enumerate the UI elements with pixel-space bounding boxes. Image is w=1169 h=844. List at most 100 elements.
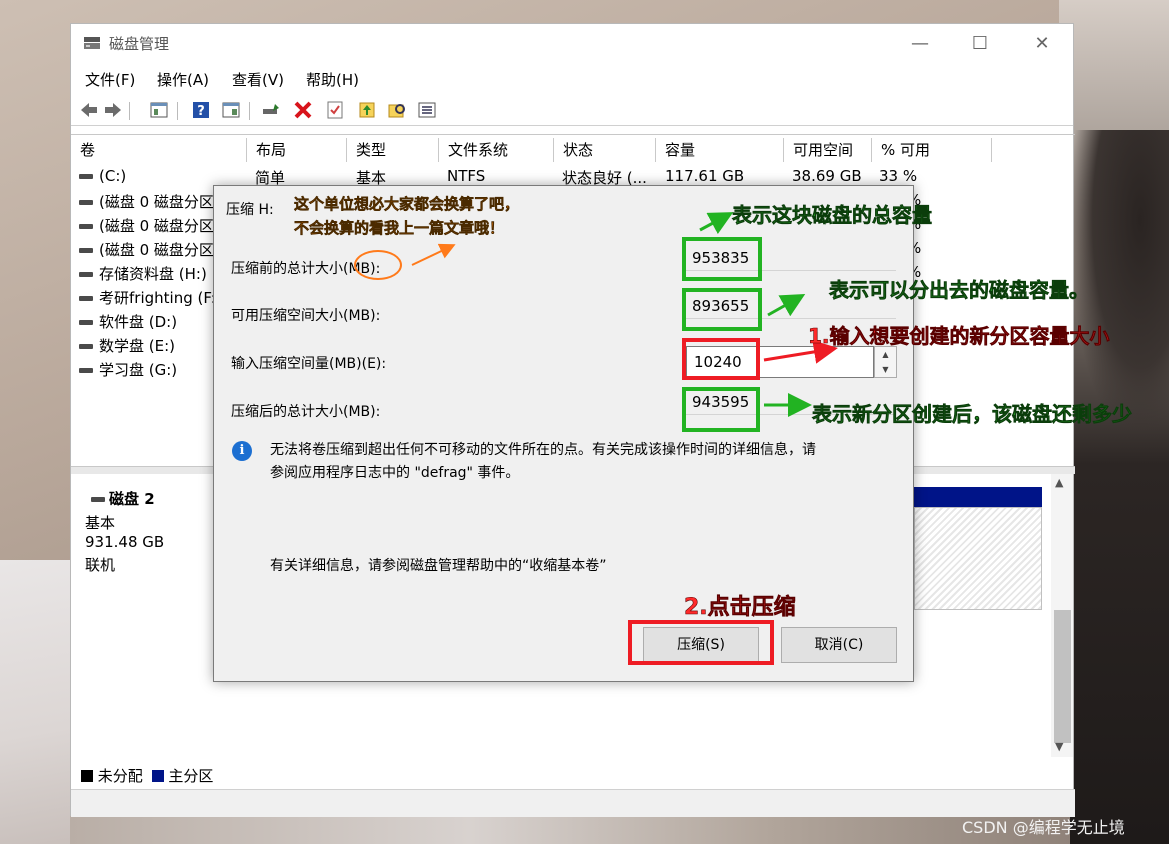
svg-text:?: ? [197,104,205,119]
disk-size: 931.48 GB [85,533,165,551]
legend-unallocated: 未分配 [97,767,143,785]
background-photo-light [0,560,80,844]
disk-2-label[interactable]: 磁盘 2 [91,488,155,509]
drive-icon [79,320,93,325]
primary-swatch [151,770,164,782]
background-photo-bottom [70,815,1070,844]
spin-down-icon[interactable]: ▼ [875,362,896,377]
disk-management-app-icon [84,37,100,49]
drive-icon [79,272,93,277]
menu-action[interactable]: 操作(A) [157,69,209,90]
disk-icon [91,497,105,502]
menu-bar: 文件(F) 操作(A) 查看(V) 帮助(H) [71,66,1073,92]
volume-name: (磁盘 0 磁盘分区 [99,217,214,235]
annotation-remaining: 表示新分区创建后，该磁盘还剩多少 [812,402,1133,427]
volume-name: (磁盘 0 磁盘分区 [99,193,214,211]
legend: 未分配 主分区 [81,765,213,787]
volume-name: 存储资料盘 (H:) [99,265,207,283]
annotation-box-total [682,237,762,281]
volume-name: 考研frighting (F: [99,289,216,307]
annotation-box-remaining [682,387,760,432]
disk-name: 磁盘 2 [109,490,155,508]
scrollbar-thumb[interactable] [1054,610,1071,743]
column-free-space[interactable]: 可用空间 [784,138,872,162]
legend-primary: 主分区 [168,767,214,785]
capacity-cell: 117.61 GB [665,167,745,185]
connect-drive-icon[interactable] [261,100,281,120]
drive-icon [79,200,93,205]
maximize-button[interactable]: ☐ [958,30,1002,58]
partition-block[interactable] [914,507,1042,610]
list-view-icon[interactable] [417,100,437,120]
info-icon: i [232,441,252,461]
volume-name: 学习盘 (G:) [99,361,178,379]
info-line-2: 参阅应用程序日志中的 "defrag" 事件。 [270,465,520,481]
check-properties-icon[interactable] [325,100,345,120]
column-status[interactable]: 状态 [554,138,656,162]
volume-name: 数学盘 (E:) [99,337,176,355]
annotation-box-available [682,288,762,331]
volume-name: (C:) [99,167,127,185]
toolbar: ? [71,96,1073,126]
scroll-down-icon[interactable]: ▼ [1055,740,1063,753]
column-layout[interactable]: 布局 [247,138,347,162]
window-title: 磁盘管理 [109,35,170,53]
toolbar-separator [177,102,178,120]
menu-file[interactable]: 文件(F) [85,69,135,90]
free-space-cell: 38.69 GB [792,167,862,185]
shrink-amount-spinner[interactable]: ▲ ▼ [874,346,897,378]
annotation-box-shrink [628,620,774,665]
delete-icon[interactable] [293,100,313,120]
watermark: CSDN @编程学无止境 [962,818,1125,837]
disk-status: 联机 [85,556,116,574]
drive-icon [79,224,93,229]
volume-name: (磁盘 0 磁盘分区 [99,241,214,259]
status-bar [71,789,1075,817]
percent-free-cell: 33 % [879,167,918,185]
drive-icon [79,344,93,349]
scroll-up-icon[interactable]: ▲ [1055,476,1063,489]
volume-name: 软件盘 (D:) [99,313,178,331]
help-message: 有关详细信息，请参阅磁盘管理帮助中的“收缩基本卷” [270,558,607,574]
forward-arrow-icon[interactable] [103,100,123,120]
toolbar-separator [249,102,250,120]
info-line-1: 无法将卷压缩到超出任何不可移动的文件所在的点。有关完成该操作时间的详细信息，请 [270,442,816,458]
primary-partition-header [914,487,1042,507]
annotation-unit-line2: 不会换算的看我上一篇文章哦！ [294,219,505,238]
annotation-unit-line1: 这个单位想必大家都会换算了吧， [294,195,520,214]
annotation-step2: 2.点击压缩 [684,595,796,621]
annotation-available: 表示可以分出去的磁盘容量。 [829,278,1090,303]
drive-icon [79,296,93,301]
drive-icon [79,248,93,253]
title-bar[interactable]: 磁盘管理 — ☐ ✕ [71,24,1073,64]
annotation-box-input [682,338,760,380]
column-percent-free[interactable]: % 可用 [872,138,992,162]
annotation-total-capacity: 表示这块磁盘的总容量 [732,203,933,228]
spin-up-icon[interactable]: ▲ [875,347,896,362]
search-folder-icon[interactable] [387,100,407,120]
minimize-button[interactable]: — [898,30,942,58]
column-volume[interactable]: 卷 [71,138,247,162]
show-hide-console-icon[interactable] [149,100,169,120]
table-header: 卷 布局 类型 文件系统 状态 容量 可用空间 % 可用 [71,138,992,162]
filesystem-cell: NTFS [447,167,486,185]
drive-icon [79,174,93,179]
menu-view[interactable]: 查看(V) [232,69,284,90]
close-button[interactable]: ✕ [1020,30,1064,58]
unallocated-swatch [81,770,93,782]
column-type[interactable]: 类型 [347,138,439,162]
annotation-circle-unit [354,250,402,280]
properties-view-icon[interactable] [221,100,241,120]
column-capacity[interactable]: 容量 [656,138,784,162]
import-up-icon[interactable] [357,100,377,120]
cancel-button[interactable]: 取消(C) [781,627,897,663]
shrink-dialog: 压缩 H: 压缩前的总计大小(MB): 953835 可用压缩空间大小(MB):… [213,185,914,682]
dialog-title: 压缩 H: [226,202,274,218]
available-space-label: 可用压缩空间大小(MB): [231,308,381,324]
shrink-amount-label: 输入压缩空间量(MB)(E): [231,356,387,372]
menu-help[interactable]: 帮助(H) [306,69,359,90]
back-arrow-icon[interactable] [79,100,99,120]
annotation-step1: 1.输入想要创建的新分区容量大小 [808,324,1110,349]
column-filesystem[interactable]: 文件系统 [439,138,554,162]
help-icon[interactable]: ? [191,100,211,120]
